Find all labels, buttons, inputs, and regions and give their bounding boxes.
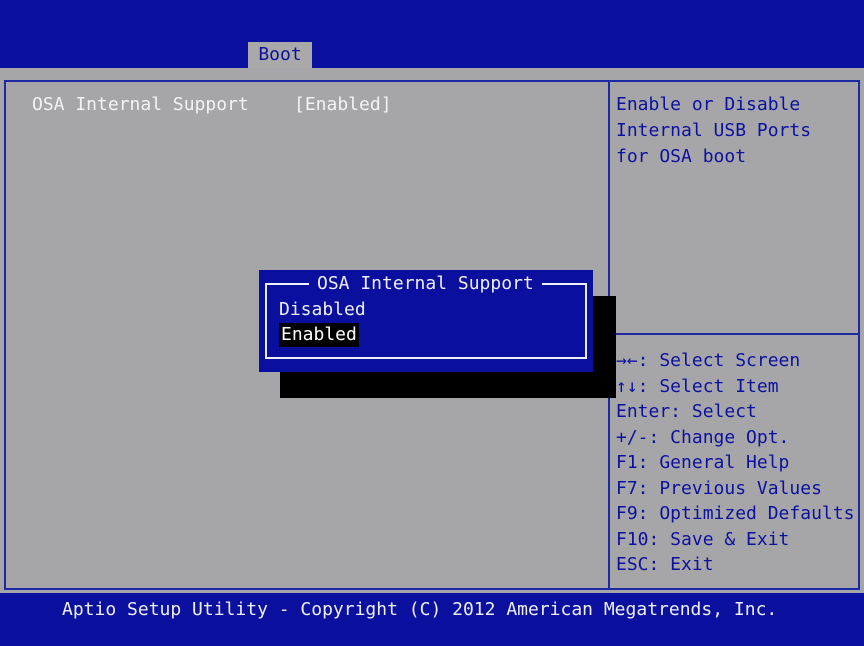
popup-title: OSA Internal Support: [309, 272, 542, 296]
help-line: for OSA boot: [616, 146, 747, 167]
key-hint-esc: ESC: Exit: [616, 554, 714, 575]
top-menu-bar: Boot: [0, 0, 864, 68]
key-legend: →←: Select Screen ↑↓: Select Item Enter:…: [616, 348, 854, 578]
footer-bar: Aptio Setup Utility - Copyright (C) 2012…: [0, 593, 864, 646]
key-hint-f7: F7: Previous Values: [616, 477, 822, 499]
help-line: Enable or Disable: [616, 94, 801, 115]
key-hint-select-item: ↑↓: Select Item: [616, 375, 779, 397]
popup-option-disabled[interactable]: Disabled: [279, 298, 366, 322]
tab-boot[interactable]: Boot: [248, 42, 312, 68]
option-popup: OSA Internal Support Disabled Enabled: [259, 270, 593, 372]
key-hint-f10: F10: Save & Exit: [616, 528, 790, 550]
setting-label-osa-internal-support[interactable]: OSA Internal Support: [32, 94, 249, 115]
setting-value-osa-internal-support[interactable]: [Enabled]: [294, 94, 392, 115]
help-description: Enable or Disable Internal USB Ports for…: [616, 92, 811, 170]
key-hint-f9: F9: Optimized Defaults: [616, 503, 855, 524]
footer-copyright: Aptio Setup Utility - Copyright (C) 2012…: [62, 599, 778, 620]
key-hint-f1: F1: General Help: [616, 452, 790, 473]
help-line: Internal USB Ports: [616, 120, 812, 141]
key-hint-change-opt: +/-: Change Opt.: [616, 426, 790, 448]
key-hint-enter: Enter: Select: [616, 401, 757, 422]
popup-option-enabled[interactable]: Enabled: [279, 323, 359, 347]
key-hint-select-screen: →←: Select Screen: [616, 350, 801, 371]
divider-horizontal: [610, 333, 860, 335]
